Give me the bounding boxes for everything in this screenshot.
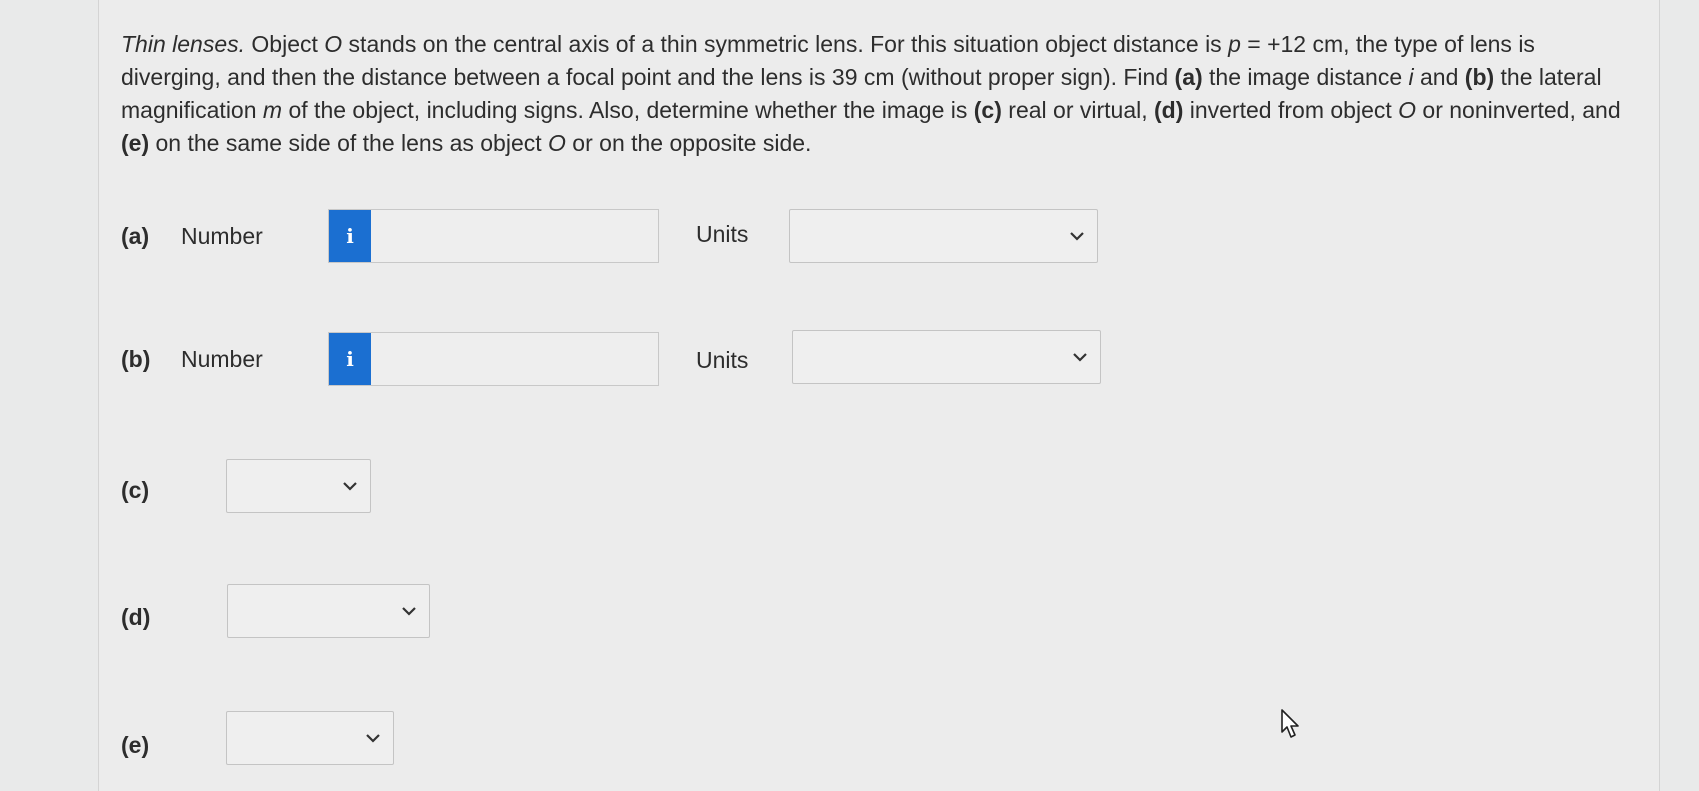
part-c-row: (c) — [121, 463, 181, 517]
part-b-label: (b) — [121, 345, 151, 372]
question-lead: Thin lenses. — [121, 31, 246, 57]
info-icon[interactable]: i — [329, 210, 371, 262]
part-a-label: (a) — [121, 222, 150, 249]
mouse-pointer-icon — [1281, 709, 1299, 738]
part-b-number-label: Number — [181, 345, 263, 372]
part-b-units-select[interactable] — [792, 330, 1101, 384]
part-a-units-select[interactable] — [789, 209, 1098, 263]
chevron-down-icon — [343, 482, 357, 491]
info-icon[interactable]: i — [329, 333, 371, 385]
part-e-label: (e) — [121, 731, 150, 758]
question-text: Thin lenses. Object O stands on the cent… — [121, 31, 1621, 156]
part-b-units-label: Units — [696, 347, 749, 373]
part-c-label: (c) — [121, 476, 150, 503]
part-c-select[interactable] — [226, 459, 371, 513]
chevron-down-icon — [1073, 353, 1087, 362]
chevron-down-icon — [366, 734, 380, 743]
part-e-row: (e) — [121, 718, 181, 772]
part-d-select[interactable] — [227, 584, 430, 638]
chevron-down-icon — [402, 607, 416, 616]
part-a-units-label: Units — [696, 221, 749, 247]
part-e-select[interactable] — [226, 711, 394, 765]
part-b-row: (b) Number — [121, 332, 263, 386]
part-b-number-input[interactable] — [371, 333, 658, 385]
chevron-down-icon — [1070, 232, 1084, 241]
part-a-number-field: i — [328, 209, 659, 263]
part-a-row: (a) Number — [121, 209, 263, 263]
part-a-number-label: Number — [181, 222, 263, 249]
part-d-row: (d) — [121, 590, 181, 644]
part-b-number-field: i — [328, 332, 659, 386]
part-d-label: (d) — [121, 603, 151, 630]
part-a-number-input[interactable] — [371, 210, 658, 262]
question-page: Thin lenses. Object O stands on the cent… — [98, 0, 1660, 791]
